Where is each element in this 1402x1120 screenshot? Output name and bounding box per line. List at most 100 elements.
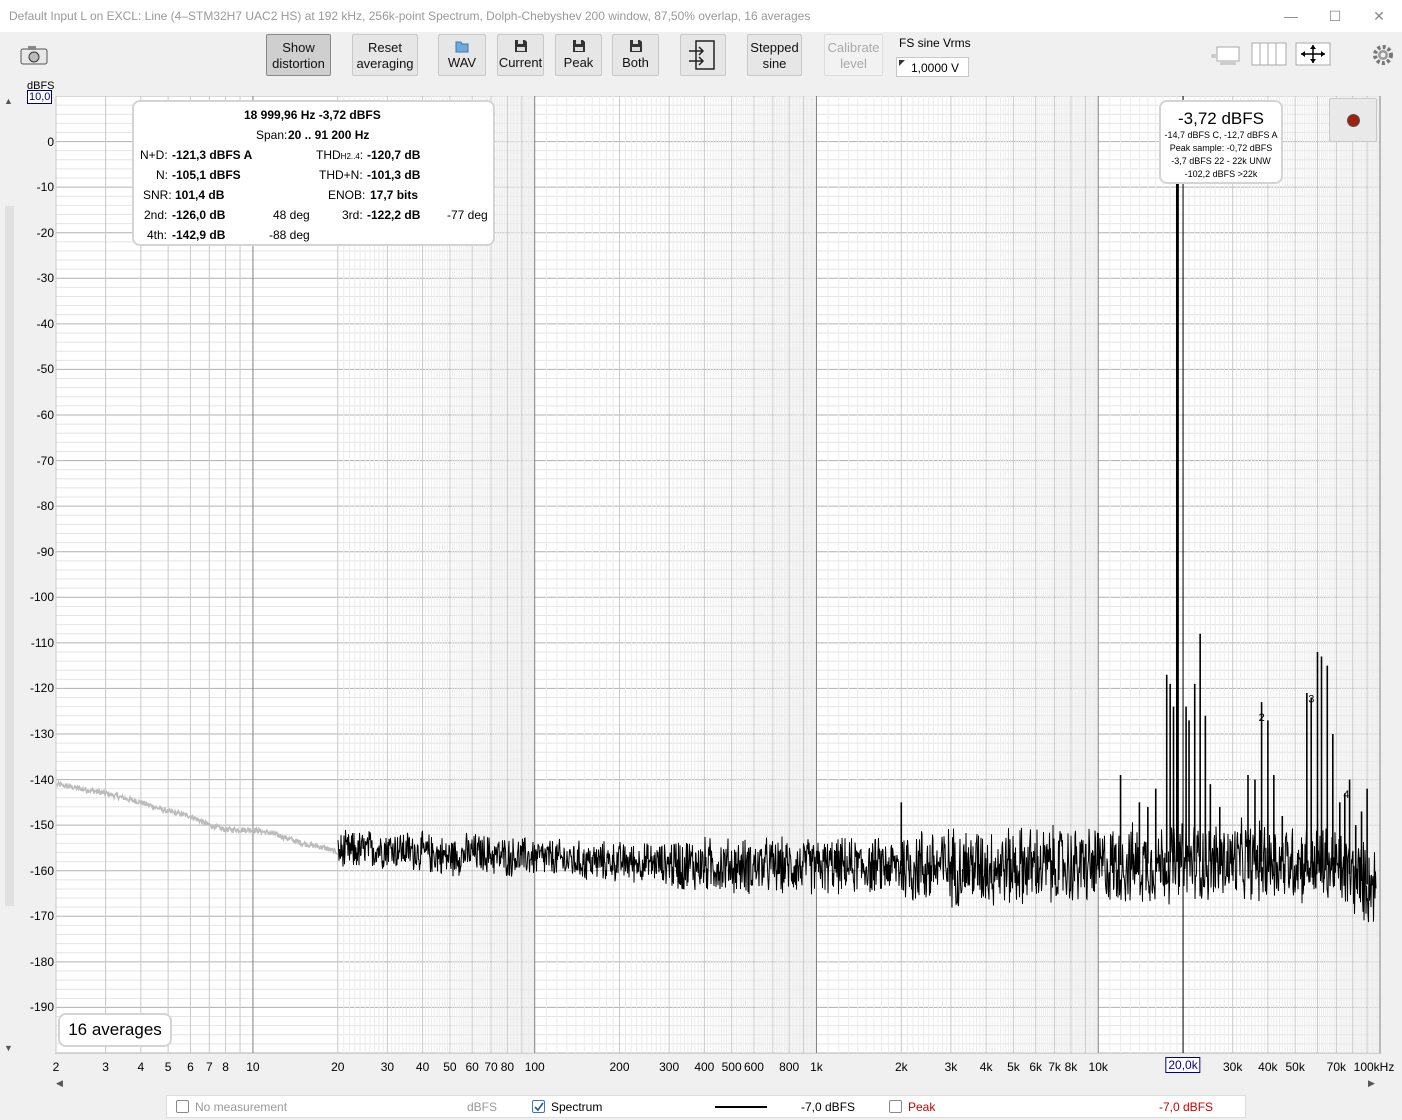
n-label: N: bbox=[156, 168, 168, 182]
y-tick-label: -130 bbox=[29, 727, 54, 741]
x-tick-label: 5 bbox=[164, 1060, 172, 1074]
h4-label: 4th: bbox=[147, 228, 168, 242]
x-tick-label: 50k bbox=[1285, 1060, 1305, 1074]
freq-level-readout: 18 999,96 Hz -3,72 dBFS bbox=[244, 108, 381, 122]
spectrum-value: -7,0 dBFS bbox=[801, 1100, 856, 1114]
x-tick-label: 3k bbox=[944, 1060, 958, 1074]
peak-level-panel: -3,72 dBFS -14,7 dBFS C, -12,7 dBFS A Pe… bbox=[1159, 100, 1283, 184]
minimize-button[interactable]: — bbox=[1276, 4, 1306, 28]
x-tick-label: 4 bbox=[137, 1060, 145, 1074]
y-tick-label: -110 bbox=[30, 635, 54, 650]
close-button[interactable]: ✕ bbox=[1364, 4, 1394, 28]
cursor-frequency-label[interactable]: 20,0k bbox=[1165, 1057, 1201, 1073]
save-peak-button[interactable]: Peak bbox=[555, 34, 602, 76]
y-tick-label: -180 bbox=[29, 954, 54, 969]
wav-label: WAV bbox=[447, 55, 477, 70]
y-scroll-down-icon[interactable]: ▼ bbox=[4, 1043, 13, 1053]
folder-icon bbox=[455, 41, 469, 53]
x-tick-label: 10 bbox=[246, 1060, 260, 1074]
spectrum-plot[interactable]: 2 3 4 ▲ ▼ ◀ ▶ bbox=[0, 96, 1402, 1096]
x-tick-label: 50 bbox=[443, 1060, 457, 1074]
record-icon bbox=[1347, 114, 1360, 127]
maximize-button[interactable]: ☐ bbox=[1320, 4, 1350, 28]
wav-button[interactable]: WAV bbox=[438, 34, 486, 76]
x-scroll-left-icon[interactable]: ◀ bbox=[56, 1078, 63, 1088]
calibrate-level-button[interactable]: Calibrate level bbox=[824, 34, 883, 76]
distortion-info-panel: 18 999,96 Hz -3,72 dBFS Span: 20 .. 91 2… bbox=[132, 100, 495, 246]
import-button[interactable] bbox=[680, 34, 726, 76]
save-icon bbox=[572, 40, 585, 52]
layout-split-icon[interactable] bbox=[1251, 42, 1287, 66]
thd-value: -120,7 dB bbox=[367, 148, 421, 162]
h3-phase: -77 deg bbox=[447, 208, 488, 222]
x-tick-label: 20 bbox=[331, 1060, 345, 1074]
nd-label: N+D: bbox=[140, 148, 168, 162]
x-tick-label: 6 bbox=[187, 1060, 194, 1074]
x-tick-label: 100 bbox=[524, 1060, 545, 1074]
save-current-button[interactable]: Current bbox=[497, 34, 544, 76]
h2-label: 2nd: bbox=[144, 208, 168, 222]
h2-phase: 48 deg bbox=[273, 208, 310, 222]
save-icon bbox=[514, 40, 527, 52]
enob-value: 17,7 bits bbox=[370, 188, 419, 202]
spectrum-label: Spectrum bbox=[551, 1100, 603, 1114]
x-tick-label: 3 bbox=[102, 1060, 109, 1074]
check-icon bbox=[534, 1102, 544, 1112]
x-tick-label: 800 bbox=[779, 1060, 800, 1074]
x-tick-label: 6k bbox=[1029, 1060, 1043, 1074]
thdn-label: THD+N: bbox=[319, 168, 363, 182]
toolbar: Show distortion Reset averaging WAV Curr… bbox=[0, 32, 1402, 96]
peak-label: Peak bbox=[563, 55, 594, 70]
peak-main-value: -3,72 dBFS bbox=[1178, 109, 1264, 128]
x-tick-label: 60 bbox=[465, 1060, 479, 1074]
save-icon bbox=[629, 40, 642, 52]
x-tick-label: 300 bbox=[659, 1060, 680, 1074]
show-distortion-button[interactable]: Show distortion bbox=[266, 34, 331, 76]
no-measurement-checkbox[interactable] bbox=[176, 1100, 189, 1113]
y-tick-label: -150 bbox=[29, 818, 54, 833]
y-scroll-up-icon[interactable]: ▲ bbox=[4, 96, 13, 106]
spectrum-line-swatch bbox=[715, 1106, 767, 1108]
reset-averaging-button[interactable]: Reset averaging bbox=[352, 34, 418, 76]
span-label: Span: bbox=[256, 128, 288, 142]
x-tick-label: 7k bbox=[1048, 1060, 1061, 1074]
x-tick-label: 100kHz bbox=[1353, 1060, 1395, 1074]
x-tick-label: 500 bbox=[721, 1060, 742, 1074]
layout-single-icon[interactable] bbox=[1210, 44, 1242, 66]
stepped-sine-button[interactable]: Stepped sine bbox=[747, 34, 802, 76]
harmonic-marker-4: 4 bbox=[1343, 789, 1349, 801]
x-tick-label: 600 bbox=[743, 1060, 764, 1074]
y-tick-label: -80 bbox=[36, 499, 54, 514]
y-tick-label: -90 bbox=[36, 544, 54, 559]
camera-icon[interactable] bbox=[20, 45, 48, 65]
record-button[interactable] bbox=[1329, 98, 1377, 142]
x-scroll-right-icon[interactable]: ▶ bbox=[1368, 1078, 1375, 1088]
x-tick-label: 200 bbox=[609, 1060, 630, 1074]
nd-value: -121,3 dBFS A bbox=[172, 148, 253, 162]
thd-label-text: THD bbox=[316, 148, 341, 162]
window-title: Default Input L on EXCL: Line (4–STM32H7… bbox=[9, 9, 811, 23]
thdn-value: -101,3 dB bbox=[367, 168, 421, 182]
y-tick-label: -10 bbox=[36, 180, 54, 195]
fs-sine-input[interactable]: 1,0000 V bbox=[896, 57, 969, 77]
x-tick-label: 40 bbox=[415, 1060, 430, 1074]
y-tick-label: -60 bbox=[36, 408, 54, 422]
y-tick-label: -120 bbox=[29, 681, 54, 696]
stepped-sine-label-2: sine bbox=[762, 56, 787, 71]
x-tick-label: 2 bbox=[52, 1060, 60, 1074]
no-measurement-unit: dBFS bbox=[467, 1100, 498, 1114]
spectrum-checkbox[interactable] bbox=[532, 1100, 545, 1113]
x-tick-label: 7 bbox=[205, 1060, 213, 1074]
x-tick-label: 4k bbox=[979, 1060, 993, 1074]
peak-line-1: -14,7 dBFS C, -12,7 dBFS A bbox=[1164, 130, 1278, 140]
gear-icon[interactable] bbox=[1371, 43, 1395, 67]
reset-averaging-label-2: averaging bbox=[356, 56, 414, 71]
x-tick-label: 8 bbox=[222, 1060, 229, 1074]
peak-line-3: -3,7 dBFS 22 - 22k UNW bbox=[1171, 156, 1271, 166]
y-tick-label: -40 bbox=[36, 316, 54, 331]
h2-value: -126,0 dB bbox=[172, 208, 226, 222]
pan-zoom-icon[interactable] bbox=[1295, 42, 1331, 66]
save-both-button[interactable]: Both bbox=[612, 34, 659, 76]
peak-checkbox[interactable] bbox=[889, 1100, 902, 1113]
no-measurement-label: No measurement bbox=[195, 1100, 288, 1114]
